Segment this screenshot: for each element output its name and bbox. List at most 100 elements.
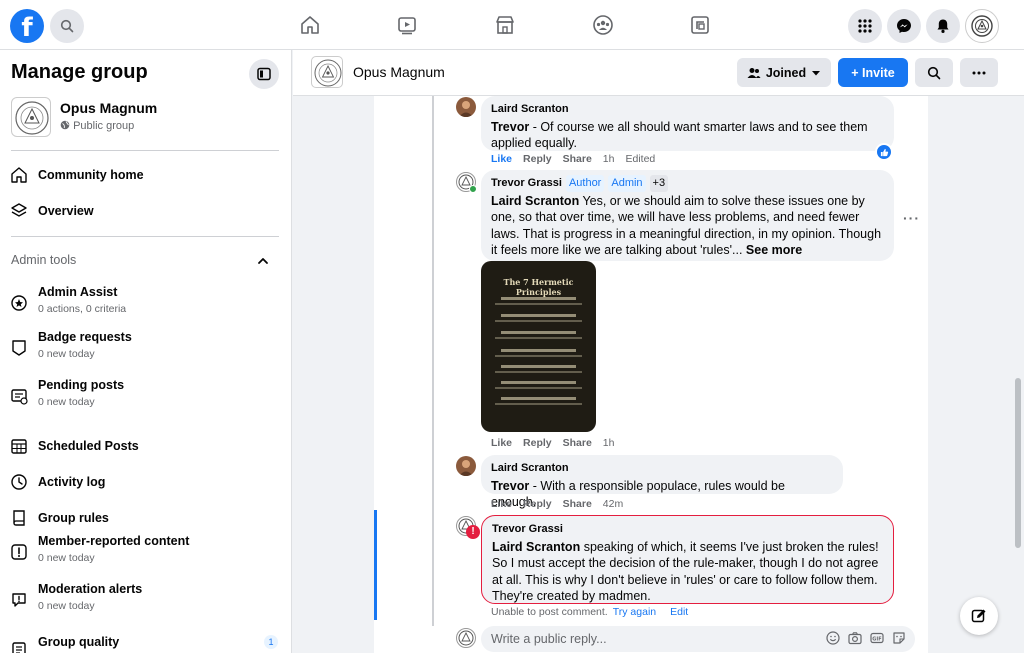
group-header-name[interactable]: Opus Magnum <box>353 64 445 80</box>
collapse-sidebar-button[interactable] <box>249 59 279 89</box>
groups-icon[interactable] <box>588 10 618 40</box>
like-reaction-icon[interactable] <box>875 143 893 161</box>
home-icon[interactable] <box>295 10 325 40</box>
group-name[interactable]: Opus Magnum <box>60 100 157 116</box>
notifications-button[interactable] <box>926 9 960 43</box>
camera-icon[interactable] <box>848 631 862 645</box>
like-link[interactable]: Like <box>491 437 512 449</box>
sidebar-item-group-quality[interactable]: Group quality <box>0 632 291 653</box>
joined-button[interactable]: Joined <box>737 58 831 87</box>
emoji-icon[interactable] <box>826 631 840 645</box>
post-error-text: Unable to post comment. <box>491 606 608 618</box>
sidebar-item-label: Group rules <box>38 511 109 525</box>
comment-author[interactable]: Trevor Grassi <box>491 177 562 189</box>
sidebar-item-overview[interactable]: Overview <box>0 193 291 229</box>
avatar[interactable] <box>456 456 476 476</box>
post-error-line: Unable to post comment. Try again Edit <box>491 606 688 618</box>
layers-icon <box>11 203 27 217</box>
house-icon <box>11 167 27 183</box>
sticker-icon[interactable] <box>892 631 906 645</box>
sidebar-item-community-home[interactable]: Community home <box>0 157 291 193</box>
bell-icon <box>937 19 949 33</box>
sidebar-item-label: Overview <box>38 204 94 218</box>
admin-tag[interactable]: Admin <box>608 175 646 192</box>
facebook-logo[interactable]: f <box>10 9 44 43</box>
messenger-button[interactable] <box>887 9 921 43</box>
group-more-options-button[interactable] <box>960 58 998 87</box>
sidebar-item-label: Scheduled Posts <box>38 439 139 453</box>
like-link[interactable]: Like <box>491 498 512 510</box>
scrollbar-thumb[interactable] <box>1015 378 1021 548</box>
sidebar-item-admin-assist[interactable]: Admin Assist 0 actions, 0 criteria <box>0 285 291 321</box>
comment-actions: Like Reply Share 1h Edited <box>491 153 666 165</box>
sidebar-item-subtext: 0 new today <box>38 348 95 360</box>
watch-icon[interactable] <box>392 10 422 40</box>
admin-tools-heading[interactable]: Admin tools <box>11 253 76 267</box>
sidebar-item-label: Pending posts <box>38 378 125 392</box>
group-privacy: Public group <box>60 120 134 132</box>
group-emblem-icon <box>314 59 342 87</box>
online-status-dot <box>469 185 477 193</box>
comment-author[interactable]: Trevor Grassi <box>492 521 883 538</box>
image-text-line <box>501 331 576 334</box>
invite-label: + Invite <box>851 65 895 80</box>
try-again-link[interactable]: Try again <box>613 606 656 618</box>
comment-time[interactable]: 1h <box>603 437 615 449</box>
comment-mention[interactable]: Laird Scranton <box>491 194 579 208</box>
search-button[interactable] <box>50 9 84 43</box>
group-avatar[interactable] <box>11 97 51 137</box>
comment-mention[interactable]: Trevor <box>491 120 529 134</box>
edited-label[interactable]: Edited <box>625 153 655 165</box>
avatar[interactable] <box>456 628 476 648</box>
share-link[interactable]: Share <box>563 437 592 449</box>
invite-button[interactable]: + Invite <box>838 58 908 87</box>
person-photo-icon <box>459 460 473 476</box>
group-avatar-small[interactable] <box>311 56 343 88</box>
share-link[interactable]: Share <box>563 498 592 510</box>
sidebar-item-badge-requests[interactable]: Badge requests 0 new today <box>0 330 291 366</box>
edit-link[interactable]: Edit <box>670 606 688 618</box>
gaming-icon[interactable] <box>685 10 715 40</box>
sidebar-item-activity-log[interactable]: Activity log <box>0 464 291 500</box>
reply-link[interactable]: Reply <box>523 498 552 510</box>
comment-mention[interactable]: Trevor <box>491 479 529 493</box>
sidebar-item-subtext: 0 actions, 0 criteria <box>38 303 127 315</box>
sidebar-item-scheduled-posts[interactable]: Scheduled Posts <box>0 428 291 464</box>
share-link[interactable]: Share <box>563 153 592 165</box>
image-text-line <box>501 381 576 384</box>
comment-author[interactable]: Laird Scranton <box>491 101 884 118</box>
manage-group-sidebar: Manage group Opus Magnum Public group Co… <box>0 50 292 653</box>
marketplace-icon[interactable] <box>490 10 520 40</box>
comment-bubble: Laird Scranton Trevor - Of course we all… <box>481 96 894 151</box>
more-tags[interactable]: +3 <box>649 175 669 192</box>
gif-icon[interactable]: GIF <box>870 631 884 645</box>
sidebar-item-pending-posts[interactable]: Pending posts 0 new today <box>0 378 291 414</box>
image-text-line <box>501 297 576 300</box>
comment-author[interactable]: Laird Scranton <box>491 460 833 477</box>
like-link[interactable]: Like <box>491 153 512 165</box>
profile-avatar[interactable] <box>965 9 999 43</box>
avatar[interactable] <box>456 97 476 117</box>
chevron-up-icon[interactable] <box>256 254 270 268</box>
author-tag[interactable]: Author <box>565 175 605 192</box>
sidebar-item-group-rules[interactable]: Group rules <box>0 500 291 536</box>
divider <box>11 150 279 151</box>
see-more-link[interactable]: See more <box>746 243 802 257</box>
page-scrollbar[interactable] <box>1012 96 1024 653</box>
reply-link[interactable]: Reply <box>523 437 552 449</box>
comment-options-button[interactable]: ··· <box>903 210 920 226</box>
thread-line <box>432 96 434 626</box>
sidebar-item-subtext: 0 new today <box>38 396 95 408</box>
group-search-button[interactable] <box>915 58 953 87</box>
comment-time[interactable]: 1h <box>603 153 615 165</box>
sidebar-item-member-reported-content[interactable]: Member-reported content 0 new today <box>0 534 291 570</box>
image-text-line <box>495 320 582 322</box>
comment-mention[interactable]: Laird Scranton <box>492 540 580 554</box>
new-message-button[interactable] <box>960 597 998 635</box>
sidebar-item-moderation-alerts[interactable]: Moderation alerts 0 new today <box>0 582 291 618</box>
comment-time[interactable]: 42m <box>603 498 623 510</box>
menu-grid-button[interactable] <box>848 9 882 43</box>
comment-image-attachment[interactable]: The 7 Hermetic Principles <box>481 261 596 432</box>
error-icon: ! <box>466 525 480 539</box>
reply-link[interactable]: Reply <box>523 153 552 165</box>
